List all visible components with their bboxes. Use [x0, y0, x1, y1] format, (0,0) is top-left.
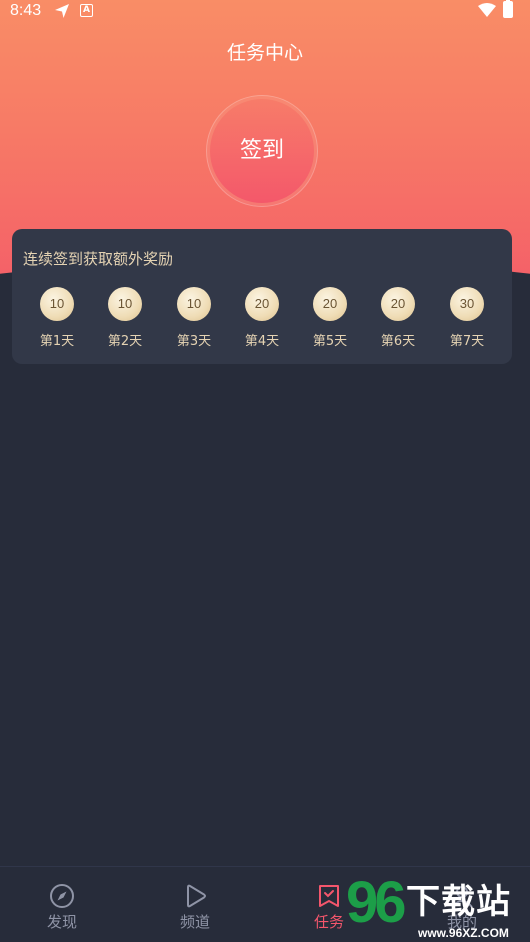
task-center-screen: 8:43 A 任务中心 签到 连续签到获取额外奖励 10 第1天 10 第2天 … — [0, 0, 530, 942]
reward-coin: 20 — [381, 287, 415, 321]
compass-icon — [50, 884, 74, 908]
reward-day-label: 第2天 — [107, 334, 143, 349]
nav-label: 频道 — [179, 913, 210, 931]
play-icon — [187, 884, 206, 908]
reward-day-label: 第6天 — [380, 334, 416, 349]
reward-day-6: 20 第6天 — [368, 287, 428, 349]
battery-icon — [503, 0, 513, 18]
page-title: 任务中心 — [226, 42, 303, 64]
reward-day-4: 20 第4天 — [232, 287, 292, 349]
reward-day-label: 第5天 — [312, 334, 348, 349]
reward-coin: 20 — [313, 287, 347, 321]
reward-day-7: 30 第7天 — [437, 287, 497, 349]
reward-day-1: 10 第1天 — [27, 287, 87, 349]
reward-coin: 10 — [40, 287, 74, 321]
location-arrow-icon — [55, 4, 69, 18]
reward-coin: 30 — [450, 287, 484, 321]
status-bar: 8:43 A — [0, 0, 530, 22]
reward-day-5: 20 第5天 — [300, 287, 360, 349]
notification-a-icon: A — [80, 4, 93, 17]
watermark-logo: 96 下载站 www.96XZ.COM — [346, 872, 526, 941]
reward-day-label: 第4天 — [244, 334, 280, 349]
watermark-number: 96 — [346, 870, 406, 935]
watermark-url: www.96XZ.COM — [418, 926, 509, 940]
consecutive-reward-card: 连续签到获取额外奖励 10 第1天 10 第2天 10 第3天 20 第4天 2… — [12, 229, 512, 364]
reward-day-list: 10 第1天 10 第2天 10 第3天 20 第4天 20 第5天 20 第6… — [12, 287, 512, 357]
wifi-icon — [478, 3, 496, 17]
reward-day-label: 第7天 — [449, 334, 485, 349]
watermark-text: 下载站 — [406, 882, 511, 922]
reward-day-label: 第1天 — [39, 334, 75, 349]
status-time: 8:43 — [10, 2, 42, 19]
reward-day-3: 10 第3天 — [164, 287, 224, 349]
nav-label: 发现 — [46, 913, 77, 931]
reward-card-title: 连续签到获取额外奖励 — [23, 250, 174, 268]
reward-day-label: 第3天 — [176, 334, 212, 349]
reward-coin: 20 — [245, 287, 279, 321]
sign-in-button[interactable]: 签到 — [210, 99, 314, 203]
nav-item-channel[interactable]: 频道 — [145, 867, 245, 942]
reward-coin: 10 — [108, 287, 142, 321]
task-check-icon — [319, 885, 339, 907]
reward-coin: 10 — [177, 287, 211, 321]
reward-day-2: 10 第2天 — [95, 287, 155, 349]
nav-item-discover[interactable]: 发现 — [12, 867, 112, 942]
